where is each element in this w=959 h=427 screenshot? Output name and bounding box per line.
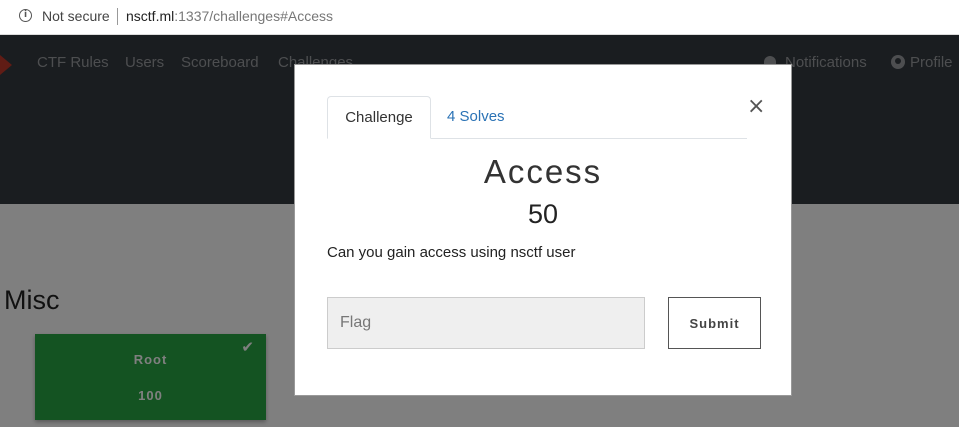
divider (117, 8, 118, 25)
url-host: nsctf.ml (126, 8, 175, 24)
challenge-modal: × Challenge 4 Solves Access 50 Can you g… (294, 64, 792, 396)
url-path: :1337/challenges#Access (174, 8, 334, 24)
tab-challenge[interactable]: Challenge (327, 96, 431, 139)
flag-input[interactable] (327, 297, 645, 349)
tab-solves[interactable]: 4 Solves (447, 96, 505, 138)
url-text[interactable]: nsctf.ml:1337/challenges#Access (126, 8, 333, 24)
challenge-title: Access (483, 153, 603, 190)
modal-tabs: Challenge 4 Solves (327, 96, 747, 139)
address-bar[interactable]: i Not secure nsctf.ml:1337/challenges#Ac… (0, 0, 959, 35)
challenge-points: 50 (527, 199, 559, 229)
challenge-description: Can you gain access using nsctf user (327, 244, 576, 261)
info-icon[interactable]: i (19, 9, 32, 22)
close-icon[interactable]: × (747, 95, 765, 119)
submit-button[interactable]: Submit (668, 297, 761, 349)
security-label: Not secure (42, 8, 110, 24)
